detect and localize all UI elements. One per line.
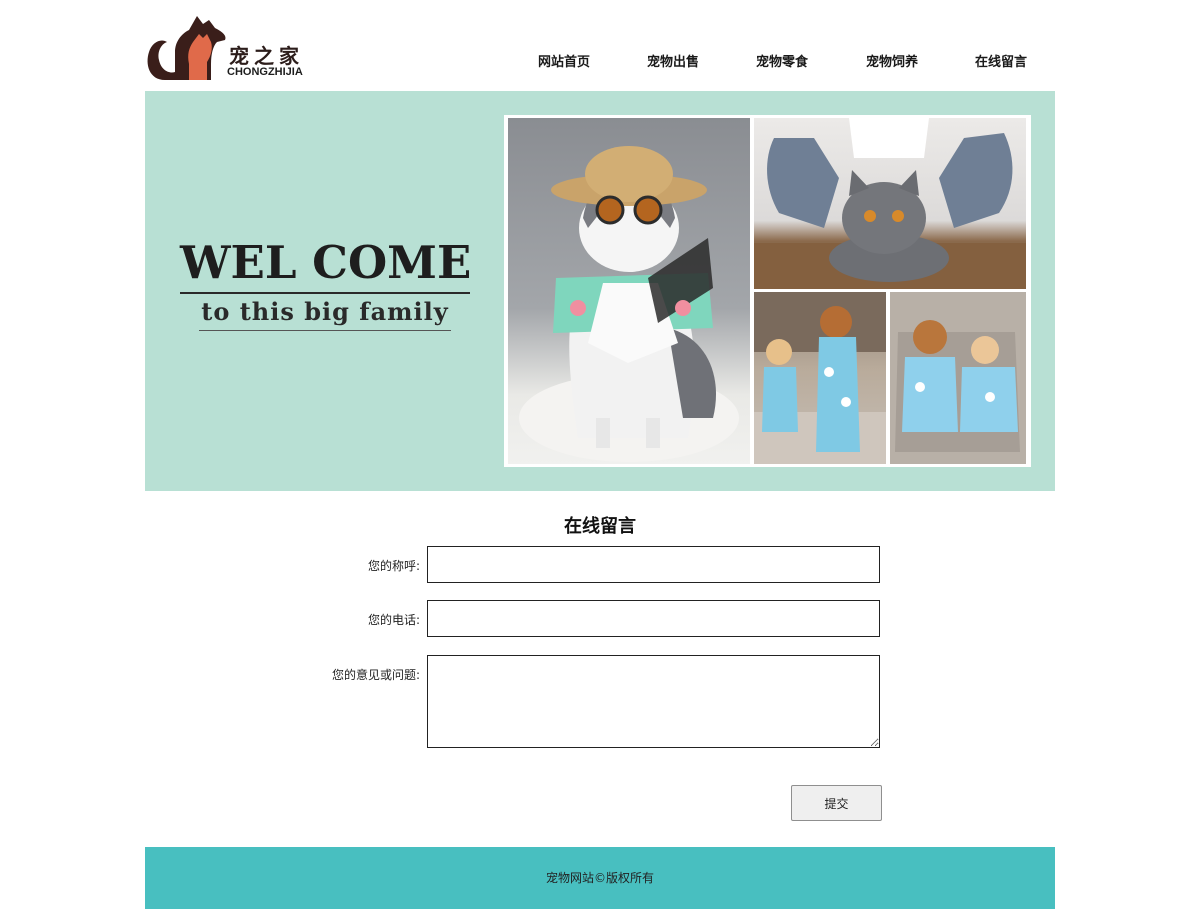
photo-grey-cat-gloves xyxy=(754,118,1026,289)
hero-banner: WEL COME to this big family xyxy=(145,91,1055,491)
name-label: 您的称呼: xyxy=(367,559,420,573)
submit-button[interactable]: 提交 xyxy=(791,785,882,821)
message-textarea[interactable] xyxy=(427,655,880,748)
footer: 宠物网站©版权所有 xyxy=(145,847,1055,909)
nav-item-home[interactable]: 网站首页 xyxy=(538,51,590,70)
phone-input[interactable] xyxy=(427,600,880,637)
pet-photo-collage xyxy=(504,115,1031,467)
phone-label: 您的电话: xyxy=(367,613,420,627)
header: 宠之家 CHONGZHIJIA 网站首页 宠物出售 宠物零食 宠物饲养 在线留言 xyxy=(145,0,1055,91)
welcome-text: WEL COME to this big family xyxy=(180,236,472,331)
message-label: 您的意见或问题: xyxy=(331,668,420,682)
nav-item-pet-sale[interactable]: 宠物出售 xyxy=(647,51,699,70)
nav-item-message[interactable]: 在线留言 xyxy=(975,51,1027,70)
welcome-title: WEL COME xyxy=(180,236,472,289)
form-title: 在线留言 xyxy=(564,516,636,537)
photo-dog-and-child-chair xyxy=(890,292,1026,464)
logo[interactable]: 宠之家 CHONGZHIJIA xyxy=(145,8,325,84)
photo-cat-with-hat xyxy=(508,118,750,464)
welcome-underline xyxy=(199,330,451,331)
main-nav: 网站首页 宠物出售 宠物零食 宠物饲养 在线留言 xyxy=(145,51,1055,70)
nav-item-pet-care[interactable]: 宠物饲养 xyxy=(866,51,918,70)
page: 宠之家 CHONGZHIJIA 网站首页 宠物出售 宠物零食 宠物饲养 在线留言… xyxy=(145,0,1055,909)
message-form: 您的称呼: 您的电话: 您的意见或问题: 提交 xyxy=(145,539,1055,847)
name-input[interactable] xyxy=(427,546,880,583)
photo-child-and-dog xyxy=(754,292,886,464)
welcome-subtitle: to this big family xyxy=(201,297,449,326)
nav-item-pet-snacks[interactable]: 宠物零食 xyxy=(756,51,808,70)
logo-pet-icon xyxy=(147,16,226,80)
footer-copyright: 宠物网站©版权所有 xyxy=(545,871,654,885)
